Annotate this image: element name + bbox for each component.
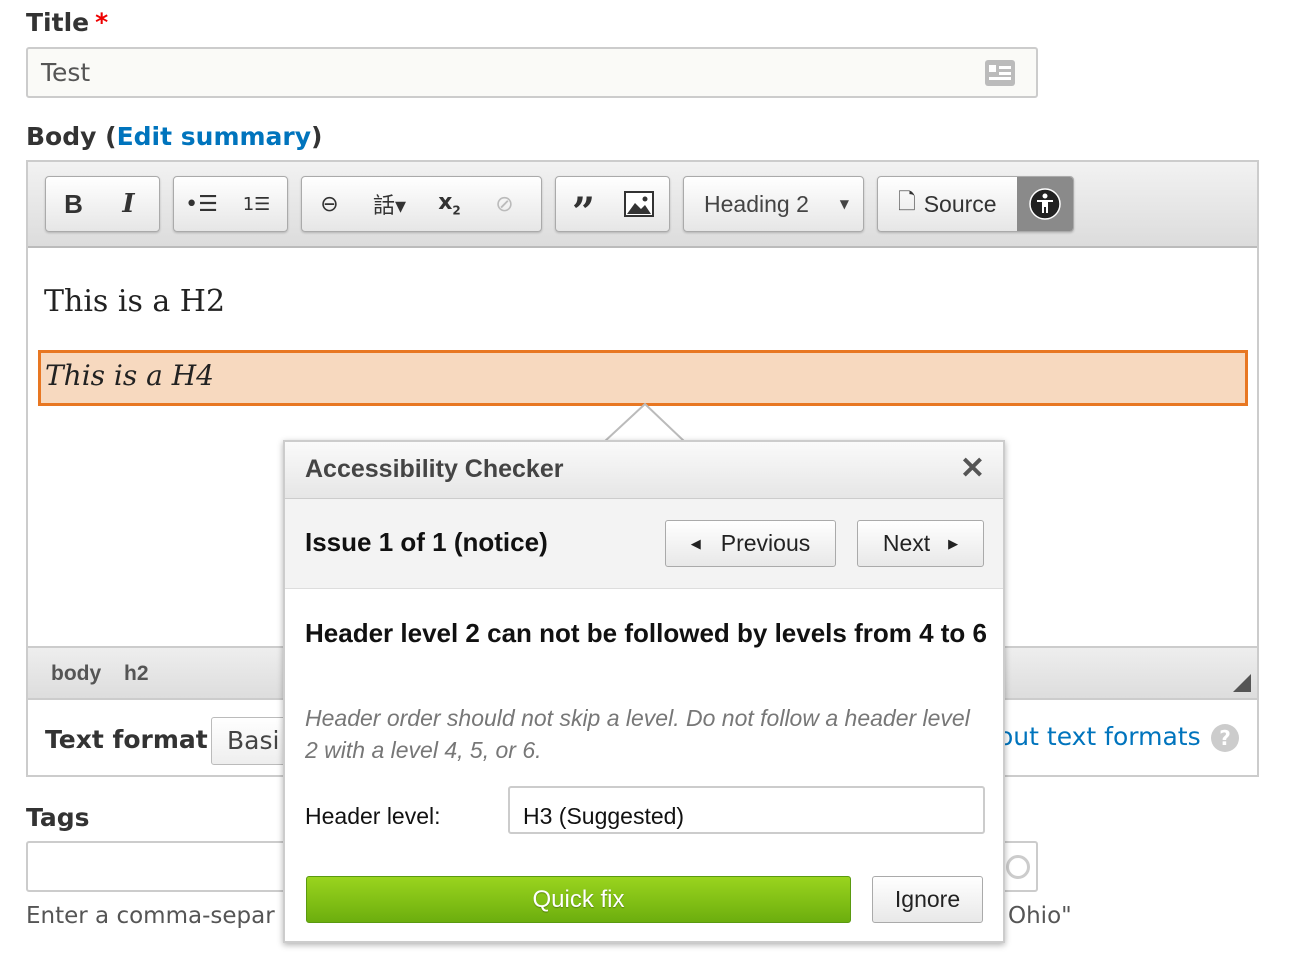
title-input[interactable]: Test: [26, 47, 1038, 98]
edit-summary-link[interactable]: Edit summary: [117, 122, 311, 151]
tags-help-text: Enter a comma-separ: [26, 903, 275, 929]
help-icon[interactable]: ?: [1211, 724, 1239, 752]
header-level-label: Header level:: [305, 803, 441, 829]
previous-button[interactable]: ◀ Previous: [665, 520, 836, 567]
dialog-header: Accessibility Checker ✕: [285, 442, 1003, 499]
autocomplete-throbber-icon: [1006, 855, 1030, 879]
language-button[interactable]: 話▾: [357, 177, 422, 231]
list-group: •☰ 1☰: [173, 176, 288, 232]
tags-label: Tags: [26, 803, 90, 832]
issue-description: Header order should not skip a level. Do…: [305, 705, 970, 763]
heading-select[interactable]: Heading 2 ▼: [683, 176, 864, 232]
triangle-right-icon: ▶: [948, 535, 959, 551]
subscript-icon: x2: [438, 190, 461, 218]
numbered-list-icon: 1☰: [242, 193, 271, 215]
blockquote-button[interactable]: ”: [556, 177, 611, 236]
quick-fix-button[interactable]: Quick fix: [306, 876, 851, 923]
language-icon: 話▾: [372, 194, 407, 219]
accessibility-checker-button[interactable]: [1016, 177, 1073, 231]
image-button[interactable]: [611, 177, 666, 231]
tags-help-text-end: Ohio": [1008, 903, 1072, 929]
body-label: Body (Edit summary): [26, 122, 323, 151]
chevron-down-icon: ▼: [839, 197, 849, 211]
dialog-title: Accessibility Checker: [305, 455, 564, 483]
bulleted-list-button[interactable]: •☰: [174, 177, 229, 231]
source-icon: 🗋: [898, 190, 916, 215]
accessibility-checker-dialog: Accessibility Checker ✕ Issue 1 of 1 (no…: [283, 440, 1005, 943]
numbered-list-button[interactable]: 1☰: [229, 177, 284, 231]
source-group: 🗋 Source: [877, 176, 1074, 232]
content-h4-highlighted[interactable]: This is a H4: [38, 350, 1248, 406]
resize-handle[interactable]: [1233, 674, 1251, 692]
accessibility-icon: [1029, 188, 1061, 220]
source-button[interactable]: 🗋 Source: [878, 177, 1017, 231]
next-button[interactable]: Next ▶: [857, 520, 984, 567]
contact-card-icon[interactable]: [984, 59, 1016, 87]
text-format-label: Text format: [45, 725, 208, 754]
title-value: Test: [41, 58, 91, 87]
path-body[interactable]: body: [51, 662, 101, 686]
title-label: Title *: [26, 8, 109, 37]
issue-counter: Issue 1 of 1 (notice): [305, 527, 548, 557]
editor-toolbar: B I •☰ 1☰ ⊖ 話▾ x2 ⊘ ” Heading 2 ▼ 🗋 Sourc…: [28, 162, 1257, 248]
header-level-select[interactable]: H3 (Suggested): [508, 786, 985, 834]
triangle-left-icon: ◀: [690, 535, 701, 551]
link-group: ⊖ 話▾ x2 ⊘: [301, 176, 542, 232]
bold-button[interactable]: B: [46, 177, 101, 231]
close-icon[interactable]: ✕: [960, 451, 985, 486]
path-h2[interactable]: h2: [124, 662, 149, 686]
issue-title: Header level 2 can not be followed by le…: [305, 618, 987, 648]
bulleted-list-icon: •☰: [185, 191, 218, 217]
required-mark: *: [95, 8, 109, 37]
basic-styles-group: B I: [45, 176, 160, 232]
heading-select-value: Heading 2: [704, 190, 809, 217]
link-icon: ⊖: [320, 191, 339, 217]
image-icon: [623, 191, 654, 217]
ignore-button[interactable]: Ignore: [872, 876, 983, 923]
insert-group: ”: [555, 176, 670, 236]
link-button[interactable]: ⊖: [302, 177, 357, 231]
subscript-button[interactable]: x2: [422, 177, 477, 231]
unlink-button[interactable]: ⊘: [477, 177, 532, 231]
popup-arrow: [604, 403, 686, 443]
about-text-formats-link[interactable]: out text formats: [998, 722, 1201, 751]
content-h2[interactable]: This is a H2: [44, 284, 225, 319]
issue-navigation: Issue 1 of 1 (notice) ◀ Previous Next ▶: [285, 499, 1003, 589]
quote-icon: ”: [571, 188, 595, 236]
unlink-icon: ⊘: [495, 191, 514, 217]
italic-button[interactable]: I: [101, 177, 156, 231]
